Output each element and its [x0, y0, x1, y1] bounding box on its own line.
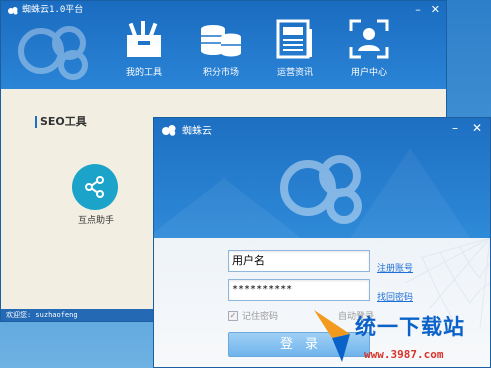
login-title: 蜘蛛云: [160, 122, 212, 137]
nav-label: 运营资讯: [276, 68, 313, 78]
app-logo-icon: [162, 124, 176, 136]
watermark-url: www.3987.com: [364, 348, 444, 361]
app-title-text: 蜘蛛云1.0平台: [22, 5, 84, 15]
nav-operations-news[interactable]: 运营资讯: [260, 19, 330, 85]
nav-label: 用户中心: [350, 68, 387, 78]
watermark-text: 统一下载站: [355, 315, 465, 339]
close-button[interactable]: ✕: [431, 3, 440, 16]
remember-password-checkbox[interactable]: ✓: [228, 310, 238, 321]
nav-label: 积分市场: [202, 68, 239, 78]
app-logo-icon: [8, 6, 18, 14]
toolbox-icon: [127, 21, 161, 57]
register-account-link[interactable]: 注册账号: [377, 261, 413, 274]
share-icon: [85, 176, 104, 198]
password-input[interactable]: **********: [228, 279, 370, 301]
section-title: SEO工具: [35, 116, 87, 128]
minimize-button[interactable]: –: [452, 121, 458, 135]
mutual-click-assistant-button[interactable]: [72, 164, 118, 210]
recover-password-link[interactable]: 找回密码: [377, 290, 413, 303]
app-title: 蜘蛛云1.0平台: [7, 4, 83, 16]
nav-label: 我的工具: [125, 68, 162, 78]
nav-my-tools[interactable]: 我的工具: [109, 19, 179, 85]
close-button[interactable]: ✕: [472, 121, 482, 135]
coins-icon: [201, 25, 241, 57]
minimize-button[interactable]: –: [415, 3, 421, 16]
window-controls: – ✕: [452, 121, 482, 135]
nav-points-market[interactable]: 积分市场: [186, 19, 256, 85]
remember-password-row[interactable]: ✓ 记住密码: [228, 309, 278, 322]
newspaper-icon: [276, 19, 312, 59]
login-title-text: 蜘蛛云: [182, 126, 212, 137]
window-controls: – ✕: [415, 3, 440, 16]
cloud-logo-icon: [18, 26, 88, 80]
nav-user-center[interactable]: 用户中心: [334, 19, 404, 85]
main-header: 蜘蛛云1.0平台 – ✕ 我的工具 积分市场 运营资讯 用户中心: [1, 1, 446, 89]
user-scan-icon: [349, 19, 389, 59]
remember-password-label: 记住密码: [242, 312, 279, 322]
username-input[interactable]: 用户名: [228, 250, 370, 272]
tool-label: 互点助手: [77, 216, 114, 226]
login-header: 蜘蛛云 – ✕: [154, 118, 490, 238]
cloud-logo-icon: [280, 155, 362, 224]
